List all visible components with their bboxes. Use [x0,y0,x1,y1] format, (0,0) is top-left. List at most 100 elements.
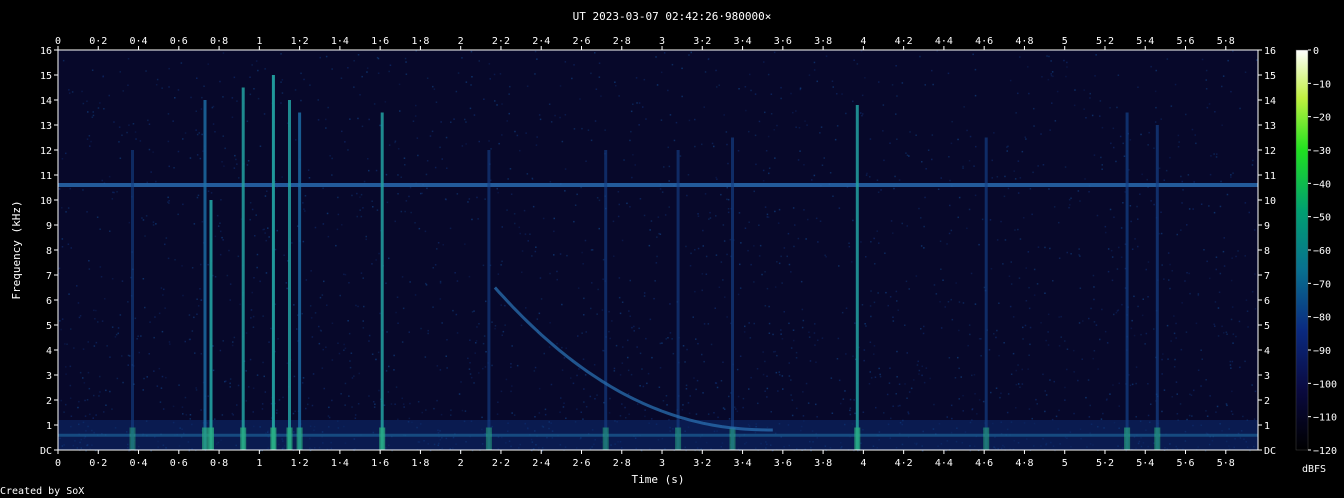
noise-dot [766,375,768,377]
noise-dot [425,409,427,411]
noise-dot [82,102,85,105]
noise-dot [60,399,62,402]
noise-dot [180,62,183,64]
noise-dot [1203,249,1205,251]
noise-dot [636,102,638,104]
noise-dot [971,374,973,377]
noise-dot [354,417,357,419]
noise-dot [188,338,191,341]
noise-dot [853,59,855,61]
noise-dot [127,364,129,366]
noise-dot [388,365,390,368]
noise-dot [618,296,621,299]
noise-dot [998,354,1000,357]
noise-dot [200,263,202,266]
noise-dot [1066,251,1068,254]
noise-dot [385,173,388,176]
noise-dot [1232,342,1234,344]
noise-dot [918,373,920,375]
noise-dot [1246,310,1249,312]
noise-dot [726,316,728,318]
x-tick-label-bottom: 2·6 [572,458,590,469]
noise-dot [196,313,198,315]
noise-dot [1078,254,1080,256]
noise-dot [1173,315,1175,317]
noise-dot [1167,252,1170,254]
noise-dot [473,382,475,384]
noise-dot [1028,307,1031,310]
noise-dot [573,64,575,66]
noise-dot [697,342,699,345]
noise-dot [210,192,213,194]
noise-dot [470,50,473,53]
noise-dot [550,383,553,386]
transient-streak [984,137,988,450]
noise-dot [460,381,462,383]
noise-dot [274,248,277,251]
noise-dot [1165,169,1168,172]
noise-dot [644,415,646,418]
noise-dot [807,402,810,404]
noise-dot [478,60,480,62]
noise-dot [1210,155,1212,157]
noise-dot [973,374,976,376]
noise-dot [464,243,466,245]
noise-dot [338,352,341,355]
noise-dot [1099,115,1101,117]
noise-dot [233,336,236,339]
noise-dot [1133,295,1135,298]
noise-dot [556,278,558,281]
noise-dot [236,100,238,102]
noise-dot [1213,211,1216,214]
noise-dot [775,371,778,374]
noise-dot [692,316,694,318]
noise-dot [348,282,350,284]
noise-dot [891,84,894,86]
noise-dot [1225,331,1228,333]
noise-dot [581,251,583,254]
noise-dot [113,191,115,194]
noise-dot [1248,211,1250,214]
noise-dot [762,180,765,182]
noise-dot [144,235,146,237]
noise-dot [84,415,87,417]
noise-dot [177,213,179,216]
noise-dot [694,249,696,251]
colorbar: 0−10−20−30−40−50−60−70−80−90−100−110−120… [1295,46,1337,475]
noise-dot [549,272,551,275]
noise-dot [1221,325,1223,328]
noise-dot [327,106,329,109]
noise-dot [121,134,123,136]
noise-dot [397,148,400,150]
noise-dot [237,255,240,258]
noise-dot [1085,117,1087,119]
noise-dot [331,68,333,70]
noise-dot [343,343,345,346]
noise-dot [464,118,466,121]
noise-dot [1205,69,1208,72]
noise-dot [234,154,236,157]
noise-dot [627,356,629,359]
noise-dot [82,348,85,350]
noise-dot [1033,268,1036,271]
noise-dot [427,332,429,335]
noise-dot [832,86,834,88]
noise-dot [347,149,349,151]
noise-dot [1093,321,1096,323]
noise-dot [211,106,214,109]
noise-dot [1025,300,1028,302]
noise-dot [500,264,502,266]
noise-dot [617,191,620,193]
noise-dot [226,274,229,277]
noise-dot [1189,292,1191,295]
noise-dot [701,143,703,146]
colorbar-tick-label: −60 [1313,246,1331,257]
noise-dot [921,374,923,377]
noise-dot [925,367,928,369]
noise-dot [98,395,100,397]
transient-base [983,427,990,450]
noise-dot [323,280,325,283]
noise-dot [231,97,234,99]
noise-dot [974,303,977,305]
noise-dot [156,78,159,81]
